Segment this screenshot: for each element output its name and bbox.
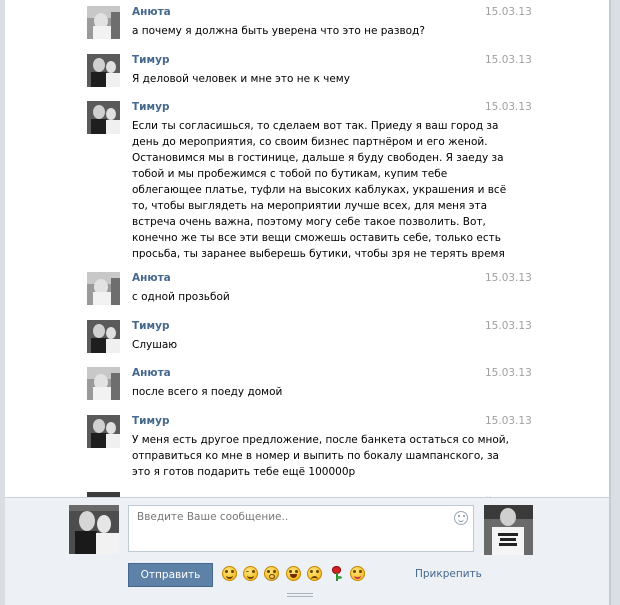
emoji-eye bbox=[225, 570, 228, 573]
wink-icon[interactable] bbox=[243, 566, 258, 581]
grin-icon[interactable] bbox=[286, 566, 301, 581]
emoji-eye bbox=[310, 570, 313, 573]
message-line: с одной прозьбой bbox=[132, 291, 230, 303]
emoji-eye bbox=[252, 570, 255, 573]
composer-divider bbox=[5, 497, 609, 498]
avatar-timur[interactable] bbox=[87, 320, 120, 353]
message-line: У меня есть другое предложение, после ба… bbox=[132, 434, 509, 446]
message-date[interactable]: 15.03.13 bbox=[485, 54, 532, 67]
message-date[interactable]: 15.03.13 bbox=[485, 272, 532, 285]
avatar-anyuta[interactable] bbox=[87, 367, 120, 400]
resize-grip[interactable] bbox=[287, 593, 313, 594]
scared-icon[interactable] bbox=[264, 566, 279, 581]
emoji-eye bbox=[295, 570, 298, 573]
smile-mouth bbox=[458, 518, 464, 522]
emoji-eye bbox=[289, 570, 292, 573]
emoji-eye bbox=[273, 570, 276, 573]
message-line: Я деловой человек и мне это не к чему bbox=[132, 73, 350, 85]
author-name[interactable]: Тимур bbox=[132, 415, 169, 428]
message-line: тобой и мы пробежимся с тобой по бутикам… bbox=[132, 168, 448, 180]
message-item: Тимур 15.03.13 Слушаю bbox=[87, 320, 539, 360]
emoji-eye bbox=[353, 570, 356, 573]
message-text: Слушаю bbox=[132, 337, 484, 353]
message-line: отправиться ко мне в номер и выпить по б… bbox=[132, 450, 499, 462]
resize-grip-line bbox=[287, 596, 313, 597]
message-date[interactable]: 15.03.13 bbox=[485, 415, 532, 428]
message-line: день до мероприятия, со своим бизнес пар… bbox=[132, 136, 488, 148]
message-date[interactable]: 15.03.13 bbox=[485, 6, 532, 19]
right-rail bbox=[611, 0, 620, 605]
send-button[interactable]: Отправить bbox=[128, 563, 213, 587]
smile-icon[interactable] bbox=[222, 566, 237, 581]
message-line: просьба, ты заранее выберешь бутики, что… bbox=[132, 248, 505, 260]
author-name[interactable]: Тимур bbox=[132, 101, 169, 114]
avatar-timur[interactable] bbox=[87, 415, 120, 448]
author-name[interactable]: Анюта bbox=[132, 6, 171, 19]
author-name[interactable]: Анюта bbox=[132, 272, 171, 285]
message-line: встреча очень важна, поэтому могу себе т… bbox=[132, 216, 486, 228]
emoji-mouth bbox=[311, 576, 318, 581]
avatar-anyuta[interactable] bbox=[87, 6, 120, 39]
message-text: У меня есть другое предложение, после ба… bbox=[132, 432, 509, 480]
message-line: то, чтобы выглядеть на мероприятии лучше… bbox=[132, 200, 488, 212]
emoji-eye bbox=[231, 570, 234, 573]
message-text: а почему я должна быть уверена что это н… bbox=[132, 23, 484, 39]
smiley-outline-icon[interactable] bbox=[454, 511, 468, 525]
emoji-eye bbox=[359, 570, 362, 573]
rose-icon[interactable] bbox=[329, 566, 344, 581]
emoji-eye bbox=[316, 570, 319, 573]
message-line: после всего я поеду домой bbox=[132, 386, 283, 398]
message-line: конечно же ты все эти вещи сможешь остав… bbox=[132, 232, 501, 244]
emoji-eye bbox=[246, 571, 249, 572]
attach-link[interactable]: Прикрепить bbox=[415, 568, 482, 580]
message-item: Тимур 15.03.13 Если ты согласишься, то с… bbox=[87, 101, 539, 261]
emoji-mouth bbox=[269, 574, 275, 579]
message-text: с одной прозьбой bbox=[132, 289, 484, 305]
message-item: Анюта 15.03.13 а почему я должна быть ув… bbox=[87, 6, 539, 46]
author-name[interactable]: Тимур bbox=[132, 54, 169, 67]
smile-eye-right bbox=[463, 515, 465, 517]
message-date[interactable]: 15.03.13 bbox=[485, 320, 532, 333]
emoji-mouth bbox=[354, 574, 361, 579]
my-avatar[interactable] bbox=[69, 505, 119, 554]
message-date[interactable]: 15.03.13 bbox=[485, 367, 532, 380]
message-line: это я готов подарить тебе ещё 100000р bbox=[132, 466, 356, 478]
message-item: Тимур 15.03.13 Я деловой человек и мне э… bbox=[87, 54, 539, 94]
message-text: Если ты согласишься, то сделаем вот так.… bbox=[132, 118, 507, 262]
message-text: после всего я поеду домой bbox=[132, 384, 484, 400]
message-line: Если ты согласишься, то сделаем вот так.… bbox=[132, 120, 499, 132]
rose-leaf bbox=[337, 576, 342, 579]
avatar-timur[interactable] bbox=[87, 54, 120, 87]
smile-eye-left bbox=[458, 515, 460, 517]
peer-avatar[interactable] bbox=[484, 505, 533, 555]
message-line: Слушаю bbox=[132, 339, 178, 351]
message-input[interactable] bbox=[128, 505, 474, 552]
message-text: Я деловой человек и мне это не к чему bbox=[132, 71, 484, 87]
emoji-eye bbox=[267, 570, 270, 573]
author-name[interactable]: Анюта bbox=[132, 367, 171, 380]
message-line: а почему я должна быть уверена что это н… bbox=[132, 25, 425, 37]
message-item: Анюта 15.03.13 после всего я поеду домой bbox=[87, 367, 539, 407]
crying-icon[interactable] bbox=[307, 566, 322, 581]
emoji-mouth bbox=[226, 574, 233, 579]
avatar-anyuta[interactable] bbox=[87, 272, 120, 305]
message-item: Анюта 15.03.13 с одной прозьбой bbox=[87, 272, 539, 312]
emoji-mouth bbox=[290, 574, 297, 578]
message-line: облегающее платье, туфли на высоких кабл… bbox=[132, 184, 507, 196]
author-name[interactable]: Тимур bbox=[132, 320, 169, 333]
emoji-mouth bbox=[247, 574, 254, 579]
tongue-icon[interactable] bbox=[350, 566, 365, 581]
avatar-timur[interactable] bbox=[87, 101, 120, 134]
message-line: Остановимся мы в гостинице, дальше я буд… bbox=[132, 152, 504, 164]
message-date[interactable]: 15.03.13 bbox=[485, 101, 532, 114]
message-item: Тимур 15.03.13 У меня есть другое предло… bbox=[87, 415, 539, 485]
